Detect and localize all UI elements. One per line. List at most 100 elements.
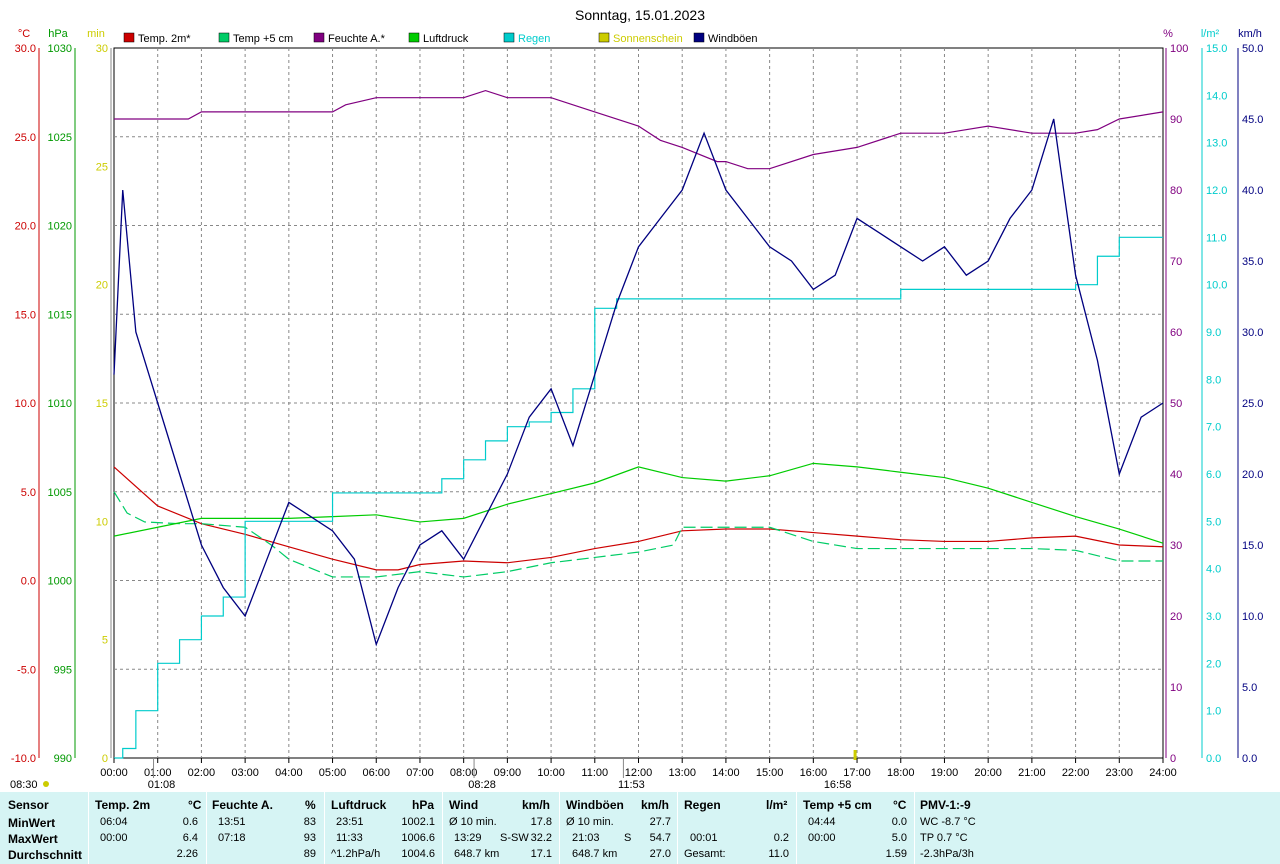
header-sensor: Sensor — [8, 798, 49, 812]
tick-label-wind: 35.0 — [1242, 256, 1263, 268]
tick-label-hum: 30 — [1170, 540, 1182, 552]
boen-max-time: 21:03 — [572, 832, 600, 844]
boen-distance: 648.7 km — [572, 848, 618, 860]
t5-min-time: 04:44 — [808, 816, 836, 828]
wind-max-value: 32.2 — [530, 832, 552, 844]
temp-max-value: 6.4 — [182, 832, 198, 844]
tick-label-wind: 0.0 — [1242, 753, 1257, 765]
tick-label-hum: 20 — [1170, 611, 1182, 623]
tick-label-hum: 60 — [1170, 327, 1182, 339]
header-temp5: Temp +5 cm — [803, 798, 872, 812]
luft-avg-value: 1004.6 — [401, 848, 435, 860]
tick-label-wind: 40.0 — [1242, 185, 1263, 197]
axis-unit-wind: km/h — [1238, 28, 1262, 40]
legend-swatch — [313, 32, 325, 43]
header-temp5-unit: °C — [893, 798, 907, 812]
header-wind-unit: km/h — [522, 798, 551, 812]
wind-min-label: Ø 10 min. — [449, 816, 497, 828]
tick-label-temp: 5.0 — [21, 487, 36, 499]
pmv-windchill: WC -8.7 °C — [920, 816, 976, 828]
tick-label-rain: 7.0 — [1206, 422, 1221, 434]
tick-label-hum: 90 — [1170, 114, 1182, 126]
x-tick-label: 00:00 — [100, 767, 128, 779]
feuchte-max-time: 07:18 — [218, 832, 246, 844]
tick-label-temp: 25.0 — [15, 132, 36, 144]
tick-label-press: 995 — [54, 664, 72, 676]
legend-swatch — [693, 32, 705, 43]
x-tick-label: 13:00 — [668, 767, 696, 779]
tick-label-rain: 3.0 — [1206, 611, 1221, 623]
legend-label: Luftdruck — [423, 33, 469, 45]
axis-unit-temp: °C — [18, 28, 30, 40]
header-windboeen-unit: km/h — [641, 798, 670, 812]
legend-label: Sonnenschein — [613, 33, 683, 45]
temp-avg-value: 2.26 — [176, 848, 198, 860]
x-tick-label: 22:00 — [1062, 767, 1090, 779]
tick-label-rain: 4.0 — [1206, 564, 1221, 576]
marker-time: 11:53 — [618, 779, 645, 790]
boen-max-value: 54.7 — [649, 832, 671, 844]
x-tick-label: 15:00 — [756, 767, 784, 779]
tick-label-hum: 0 — [1170, 753, 1176, 765]
feuchte-max-value: 93 — [303, 832, 316, 844]
x-tick-label: 23:00 — [1106, 767, 1134, 779]
boen-avg-value: 27.0 — [649, 848, 671, 860]
tick-label-wind: 45.0 — [1242, 114, 1263, 126]
sunset-time: 16:58 — [824, 779, 852, 790]
tick-label-rain: 2.0 — [1206, 658, 1221, 670]
tick-label-press: 1015 — [48, 309, 72, 321]
regen-max-time: 00:01 — [690, 832, 718, 844]
statistics-table: Sensor MinWert MaxWert Durchschnitt Temp… — [0, 792, 1280, 864]
tick-label-temp: 20.0 — [15, 221, 36, 233]
header-regen-unit: l/m² — [766, 798, 788, 812]
feuchte-min-time: 13:51 — [218, 816, 246, 828]
tick-label-rain: 11.0 — [1206, 232, 1227, 244]
grid — [113, 47, 1164, 759]
wind-avg-value: 17.1 — [530, 848, 552, 860]
header-pmv: PMV-1:-9 — [920, 798, 971, 812]
legend-swatch — [408, 32, 420, 43]
tick-label-wind: 10.0 — [1242, 611, 1263, 623]
tick-label-sun: 25 — [96, 161, 108, 173]
legend-swatch — [218, 32, 230, 43]
tick-label-temp: 0.0 — [21, 576, 36, 588]
x-tick-label: 18:00 — [887, 767, 915, 779]
sunrise-time: 08:30 — [10, 779, 38, 790]
feuchte-avg-value: 89 — [303, 848, 316, 860]
tick-label-sun: 20 — [96, 280, 108, 292]
x-tick-label: 01:00 — [144, 767, 172, 779]
tick-label-press: 1010 — [48, 398, 72, 410]
boen-min-label: Ø 10 min. — [566, 816, 614, 828]
x-tick-label: 07:00 — [406, 767, 434, 779]
tick-label-rain: 1.0 — [1206, 706, 1221, 718]
wind-max-time: 13:29 — [454, 832, 482, 844]
tick-label-press: 990 — [54, 753, 72, 765]
tick-label-temp: -10.0 — [11, 753, 36, 765]
tick-label-hum: 80 — [1170, 185, 1182, 197]
x-tick-label: 24:00 — [1149, 767, 1177, 779]
feuchte-min-value: 83 — [303, 816, 316, 828]
x-tick-label: 03:00 — [231, 767, 259, 779]
tick-label-temp: 30.0 — [15, 43, 36, 55]
tick-label-sun: 30 — [96, 43, 108, 55]
tick-label-wind: 25.0 — [1242, 398, 1263, 410]
tick-label-rain: 15.0 — [1206, 43, 1227, 55]
axis-unit-hum: % — [1163, 28, 1173, 40]
regen-total-label: Gesamt: — [684, 848, 726, 860]
axis-unit-press: hPa — [48, 28, 68, 40]
tick-label-hum: 100 — [1170, 43, 1188, 55]
legend-label: Temp. 2m* — [138, 33, 191, 45]
x-tick-label: 10:00 — [537, 767, 565, 779]
tick-label-sun: 10 — [96, 516, 108, 528]
header-feuchte-unit: % — [305, 798, 316, 812]
sunset-marker — [853, 750, 857, 760]
x-tick-label: 20:00 — [974, 767, 1002, 779]
x-tick-label: 17:00 — [843, 767, 871, 779]
tick-label-wind: 20.0 — [1242, 469, 1263, 481]
x-tick-label: 21:00 — [1018, 767, 1046, 779]
tick-label-press: 1025 — [48, 132, 72, 144]
axis-unit-rain: l/m² — [1201, 28, 1220, 40]
boen-min-value: 27.7 — [649, 816, 671, 828]
tick-label-hum: 50 — [1170, 398, 1182, 410]
x-tick-label: 02:00 — [188, 767, 216, 779]
